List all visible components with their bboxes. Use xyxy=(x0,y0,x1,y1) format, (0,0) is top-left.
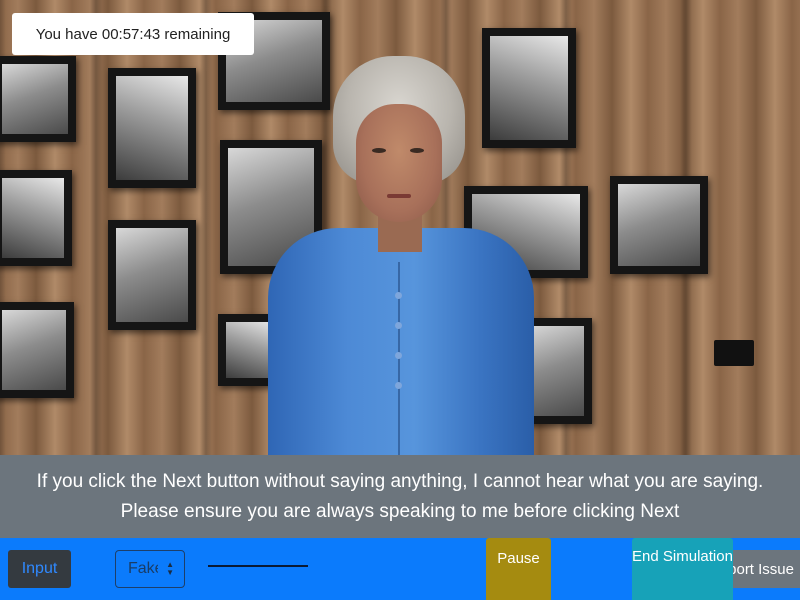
input-mode-value: Fake xyxy=(128,560,158,577)
control-bar: Input Fake ▲▼ Pause End Simulation Repor… xyxy=(0,538,800,600)
input-button[interactable]: Input xyxy=(8,550,71,588)
end-simulation-button[interactable]: End Simulation xyxy=(632,538,733,600)
end-simulation-label: End Simulation xyxy=(632,548,733,565)
input-mode-select[interactable]: Fake ▲▼ xyxy=(115,550,185,588)
report-issue-label: Report Issue xyxy=(733,560,794,578)
simulation-stage: You have 00:57:43 remaining If you click… xyxy=(0,0,800,600)
report-issue-button[interactable]: Report Issue xyxy=(733,550,800,588)
caption-text: If you click the Next button without say… xyxy=(36,471,764,522)
select-arrows-icon: ▲ ▼ xyxy=(166,560,174,577)
time-remaining-text: You have 00:57:43 remaining xyxy=(35,25,231,43)
avatar-face xyxy=(356,104,442,222)
time-remaining-badge: You have 00:57:43 remaining xyxy=(12,13,254,55)
pause-button[interactable]: Pause xyxy=(486,538,551,600)
avatar-caption: If you click the Next button without say… xyxy=(0,455,800,538)
pause-label: Pause xyxy=(497,550,540,567)
virtual-patient-avatar xyxy=(0,0,800,460)
avatar-shirt xyxy=(268,228,534,460)
audio-level-line xyxy=(208,565,308,567)
